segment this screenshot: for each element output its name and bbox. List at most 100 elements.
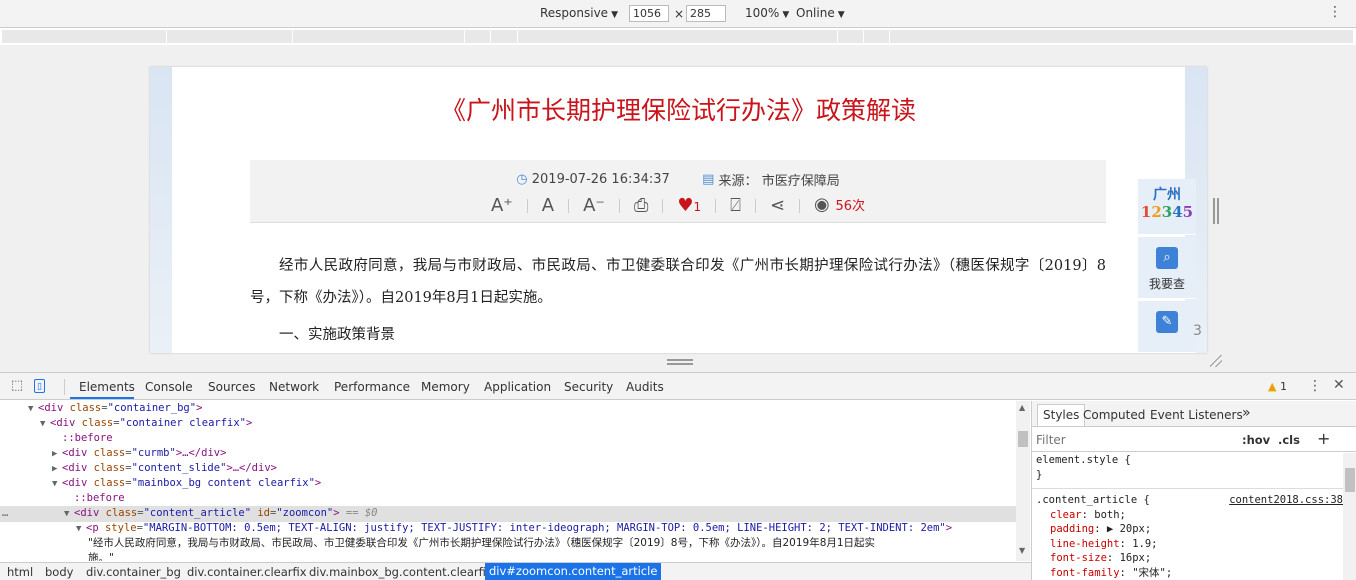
- ellipsis-icon[interactable]: …: [2, 506, 8, 521]
- style-declaration[interactable]: clear: both;: [1032, 508, 1343, 523]
- dom-node-row[interactable]: ▶<div class="content_slide">…</div>: [0, 461, 1016, 477]
- style-declaration[interactable]: font-family: "宋体";: [1032, 566, 1343, 580]
- tab-performance[interactable]: Performance: [334, 380, 410, 394]
- media-query-segment[interactable]: [838, 30, 864, 43]
- attr-value: "content_slide": [132, 462, 227, 474]
- attr-value: "mainbox_bg content clearfix": [132, 477, 315, 489]
- scrollbar-thumb[interactable]: [1345, 468, 1355, 492]
- rule-source-link[interactable]: content2018.css:38: [1229, 493, 1343, 508]
- css-value[interactable]: ▶ 20px;: [1107, 523, 1151, 535]
- check-button[interactable]: ⌕ 我要查: [1138, 237, 1196, 299]
- scroll-down-icon[interactable]: ▼: [1019, 546, 1025, 555]
- viewport-height-input[interactable]: 285: [686, 5, 726, 22]
- media-query-segment[interactable]: [465, 30, 491, 43]
- font-decrease-button[interactable]: A⁻: [569, 195, 619, 217]
- media-query-segment[interactable]: [864, 30, 890, 43]
- styles-scrollbar[interactable]: [1343, 453, 1356, 580]
- media-query-segment[interactable]: [293, 30, 465, 43]
- device-select[interactable]: Responsive▼: [540, 6, 618, 20]
- network-throttle-select[interactable]: Online▼: [796, 6, 845, 20]
- new-style-rule-icon[interactable]: +: [1317, 429, 1330, 448]
- cls-toggle[interactable]: .cls: [1278, 433, 1300, 447]
- viewport-width-input[interactable]: 1056: [629, 5, 669, 22]
- media-query-segment[interactable]: [491, 30, 518, 43]
- styles-filter-input[interactable]: [1036, 433, 1186, 447]
- hotline-12345-button[interactable]: 广州 12345: [1138, 179, 1196, 235]
- elements-scrollbar[interactable]: ▲ ▼: [1016, 401, 1030, 561]
- tab-memory[interactable]: Memory: [421, 380, 470, 394]
- dom-node-row[interactable]: …▼<div class="content_article" id="zoomc…: [0, 506, 1016, 522]
- close-icon[interactable]: ✕: [1333, 377, 1345, 393]
- resize-handle-right[interactable]: [1213, 198, 1219, 224]
- dom-node-row[interactable]: ▼<div class="container clearfix">: [0, 416, 1016, 432]
- style-declaration[interactable]: line-height: 1.9;: [1032, 537, 1343, 552]
- media-query-segment[interactable]: [167, 30, 293, 43]
- css-property[interactable]: font-family: [1050, 567, 1120, 579]
- dom-node-row[interactable]: ▼<div class="container_bg">: [0, 401, 1016, 417]
- css-value[interactable]: "宋体";: [1132, 567, 1172, 579]
- media-query-segment[interactable]: [2, 30, 167, 43]
- dom-node-row[interactable]: ▼<div class="mainbox_bg content clearfix…: [0, 476, 1016, 492]
- dom-node-row[interactable]: ▶<div class="curmb">…</div>: [0, 446, 1016, 462]
- more-options-icon[interactable]: ⋮: [1308, 378, 1322, 394]
- attr-name: class: [87, 447, 125, 459]
- media-query-segment[interactable]: [890, 30, 1354, 43]
- resize-handle-corner[interactable]: [1210, 355, 1222, 367]
- tab-network[interactable]: Network: [269, 380, 319, 394]
- more-tabs-icon[interactable]: »: [1242, 405, 1251, 421]
- tab-application[interactable]: Application: [484, 380, 551, 394]
- tab-computed[interactable]: Computed: [1083, 408, 1145, 422]
- css-property[interactable]: clear: [1050, 509, 1082, 521]
- breadcrumb-item[interactable]: div.container_bg: [86, 565, 181, 579]
- more-options-icon[interactable]: ⋮: [1328, 4, 1342, 20]
- tab-event-listeners[interactable]: Event Listeners: [1150, 408, 1243, 422]
- element-style-selector[interactable]: element.style {: [1032, 453, 1343, 468]
- breadcrumb-item[interactable]: html: [7, 565, 33, 579]
- scroll-up-icon[interactable]: ▲: [1019, 403, 1025, 412]
- breadcrumb-item[interactable]: body: [45, 565, 73, 579]
- write-button[interactable]: ✎: [1138, 301, 1196, 353]
- tab-audits[interactable]: Audits: [626, 380, 664, 394]
- tab-console[interactable]: Console: [145, 380, 193, 394]
- css-value[interactable]: 1.9;: [1132, 538, 1157, 550]
- warnings-badge[interactable]: ▲ 1: [1268, 380, 1287, 393]
- css-property[interactable]: padding: [1050, 523, 1094, 535]
- tab-security[interactable]: Security: [564, 380, 613, 394]
- breadcrumb-item[interactable]: div.mainbox_bg.content.clearfix: [309, 565, 493, 579]
- share-button[interactable]: ⋖: [756, 195, 799, 217]
- dom-node-row[interactable]: 施。": [0, 551, 1016, 561]
- media-query-bar[interactable]: [0, 29, 1356, 45]
- rule-selector[interactable]: .content_article {: [1036, 494, 1150, 506]
- device-toggle-icon[interactable]: ▯: [34, 379, 45, 393]
- breadcrumb-item[interactable]: div.container.clearfix: [187, 565, 307, 579]
- print-button[interactable]: ⎙: [620, 195, 662, 217]
- scrollbar-thumb[interactable]: [1018, 431, 1028, 447]
- favorite-button[interactable]: ⍁: [716, 195, 755, 217]
- dom-node-row[interactable]: ::before: [0, 431, 1016, 446]
- like-button[interactable]: ♥1: [663, 195, 715, 218]
- font-increase-button[interactable]: A⁺: [477, 195, 527, 217]
- font-normal-button[interactable]: A: [528, 195, 568, 217]
- tab-styles[interactable]: Styles: [1037, 404, 1085, 426]
- css-value[interactable]: both;: [1094, 509, 1126, 521]
- css-property[interactable]: font-size: [1050, 552, 1107, 564]
- style-declaration[interactable]: padding: ▶ 20px;: [1032, 522, 1343, 537]
- dom-node-row[interactable]: "经市人民政府同意，我局与市财政局、市民政局、市卫健委联合印发《广州市长期护理保…: [0, 536, 1016, 551]
- text-node: 施。": [88, 552, 114, 561]
- hov-toggle[interactable]: :hov: [1242, 433, 1270, 447]
- tab-elements[interactable]: Elements: [79, 380, 135, 394]
- device-label: Responsive: [540, 6, 608, 20]
- style-declaration[interactable]: font-size: 16px;: [1032, 551, 1343, 566]
- breadcrumb-item-active[interactable]: div#zoomcon.content_article: [485, 563, 661, 580]
- css-property[interactable]: line-height: [1050, 538, 1120, 550]
- resize-handle-bottom[interactable]: [667, 359, 693, 365]
- inspect-element-icon[interactable]: ⬚: [9, 379, 25, 393]
- css-value[interactable]: 16px;: [1120, 552, 1152, 564]
- tab-sources[interactable]: Sources: [208, 380, 255, 394]
- attr-name: class: [87, 477, 125, 489]
- dom-node-row[interactable]: ▼<p style="MARGIN-BOTTOM: 0.5em; TEXT-AL…: [0, 521, 1016, 537]
- zoom-select[interactable]: 100%▼: [745, 6, 789, 20]
- media-query-segment[interactable]: [518, 30, 838, 43]
- dom-node-row[interactable]: ::before: [0, 491, 1016, 506]
- elements-tree[interactable]: ▼<div class="container_bg">▼<div class="…: [0, 401, 1016, 561]
